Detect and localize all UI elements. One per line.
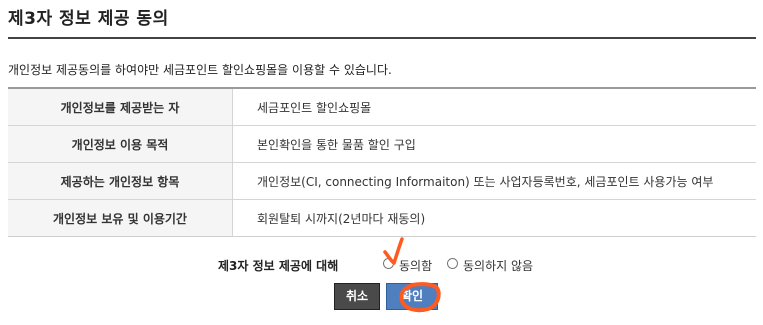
cancel-button[interactable]: 취소 (334, 283, 380, 310)
row-label-items: 제공하는 개인정보 항목 (8, 162, 233, 200)
agree-radio[interactable] (383, 258, 394, 269)
intro-text: 개인정보 제공동의를 하여야만 세금포인트 할인쇼핑몰을 이용할 수 있습니다. (8, 63, 392, 77)
table-row: 개인정보 이용 목적 본인확인을 통한 물품 할인 구입 (8, 125, 756, 163)
table-row: 제공하는 개인정보 항목 개인정보(CI, connecting Informa… (8, 162, 756, 200)
row-value-retention: 회원탈퇴 시까지(2년마다 재동의) (257, 211, 426, 226)
table-row: 개인정보 보유 및 이용기간 회원탈퇴 시까지(2년마다 재동의) (8, 199, 756, 237)
row-value-items: 개인정보(CI, connecting Informaiton) 또는 사업자등… (232, 162, 756, 200)
disagree-radio[interactable] (447, 258, 458, 269)
title-divider (8, 37, 756, 39)
agree-radio-label[interactable]: 동의함 (399, 257, 432, 274)
row-label-recipient: 개인정보를 제공받는 자 (8, 88, 233, 126)
row-value-recipient: 세금포인트 할인쇼핑몰 (232, 88, 756, 126)
row-value-purpose: 본인확인을 통한 물품 할인 구입 (232, 125, 756, 163)
row-label-purpose: 개인정보 이용 목적 (8, 125, 233, 163)
confirm-button[interactable]: 확인 (386, 283, 438, 310)
consent-radio-group: 제3자 정보 제공에 대해 동의함 동의하지 않음 (0, 257, 763, 273)
row-label-retention: 개인정보 보유 및 이용기간 (8, 199, 233, 237)
page-title: 제3자 정보 제공 동의 (8, 9, 169, 29)
table-row: 개인정보를 제공받는 자 세금포인트 할인쇼핑몰 (8, 88, 756, 126)
disagree-radio-label[interactable]: 동의하지 않음 (463, 257, 533, 274)
consent-info-table: 개인정보를 제공받는 자 세금포인트 할인쇼핑몰 개인정보 이용 목적 본인확인… (8, 87, 756, 237)
consent-label: 제3자 정보 제공에 대해 (218, 259, 339, 273)
